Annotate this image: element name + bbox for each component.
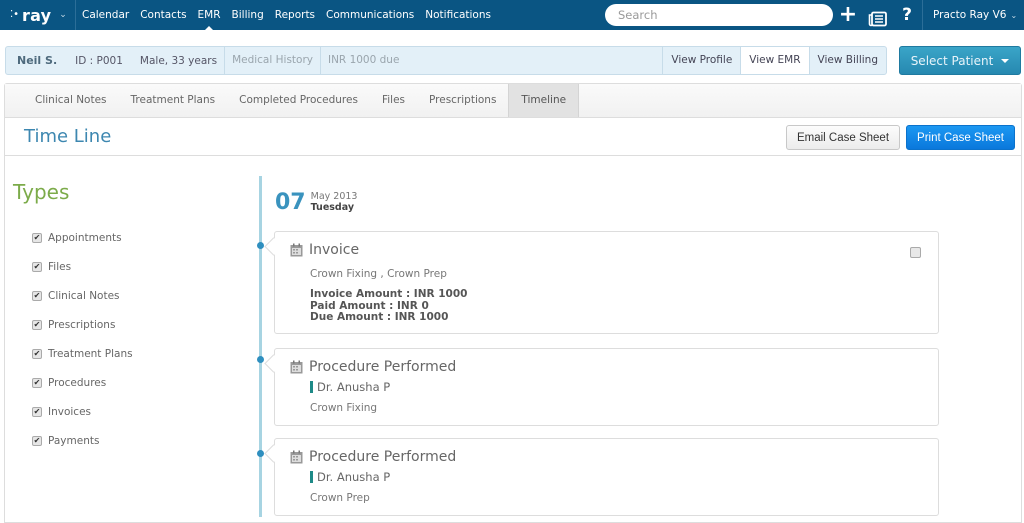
invoice-amount: Invoice Amount : INR 1000 (310, 288, 468, 300)
type-label: Appointments (48, 231, 122, 244)
types-filter: Types ✔ Appointments ✔ Files ✔ Clinical Not… (13, 180, 133, 455)
doctor-name: Dr. Anusha P (317, 470, 391, 484)
search-input[interactable] (605, 4, 833, 26)
checkbox-checked-icon[interactable]: ✔ (32, 319, 42, 330)
nav-calendar[interactable]: Calendar (82, 0, 129, 30)
tab-timeline[interactable]: Timeline (508, 84, 580, 117)
tab-clinical-notes[interactable]: Clinical Notes (23, 84, 119, 117)
nav-links: Calendar Contacts EMR Billing Reports Co… (82, 0, 502, 30)
types-title: Types (13, 180, 70, 204)
nav-communications[interactable]: Communications (326, 0, 414, 30)
top-nav: ⁚• ray ⌄ Calendar Contacts EMR Billing R… (0, 0, 1024, 30)
brand-name: ray (22, 5, 52, 25)
type-label: Payments (48, 434, 100, 447)
type-procedures[interactable]: ✔ Procedures (13, 368, 133, 397)
caret-down-icon (1001, 59, 1010, 67)
patient-name: Neil S. (17, 54, 58, 67)
checkbox-checked-icon[interactable]: ✔ (32, 348, 42, 359)
entry-doctor: Dr. Anusha P (310, 380, 390, 394)
checkbox-checked-icon[interactable]: ✔ (32, 290, 42, 301)
checkbox-checked-icon[interactable]: ✔ (32, 232, 42, 243)
nav-reports[interactable]: Reports (275, 0, 315, 30)
add-icon[interactable]: + (838, 0, 858, 30)
nav-emr[interactable]: EMR (198, 0, 221, 30)
help-icon[interactable]: ? (898, 0, 916, 30)
timeline-dot (257, 450, 264, 457)
timeline-date: 07 May 2013 Tuesday (275, 190, 357, 216)
print-case-sheet-button[interactable]: Print Case Sheet (906, 125, 1015, 150)
date-weekday: Tuesday (310, 202, 355, 213)
entry-doctor: Dr. Anusha P (310, 470, 390, 484)
type-label: Invoices (48, 405, 92, 418)
account-name: Practo Ray V6 (933, 9, 1007, 21)
chevron-down-icon: ⌄ (59, 10, 67, 20)
calendar-icon (290, 243, 303, 257)
entry-subtitle: Crown Fixing , Crown Prep (310, 268, 447, 280)
patient-bar: Neil S. ID : P001 Male, 33 years Medical… (5, 46, 887, 75)
medical-history-link[interactable]: Medical History (224, 47, 320, 74)
email-case-sheet-button[interactable]: Email Case Sheet (786, 125, 900, 150)
nav-notifications[interactable]: Notifications (425, 0, 491, 30)
type-label: Clinical Notes (48, 289, 120, 302)
doctor-color-marker (310, 381, 313, 393)
type-payments[interactable]: ✔ Payments (13, 426, 133, 455)
timeline-dot (257, 356, 264, 363)
account-menu[interactable]: Practo Ray V6 ⌄ (922, 0, 1024, 30)
type-label: Treatment Plans (48, 347, 133, 360)
checkbox-checked-icon[interactable]: ✔ (32, 261, 42, 272)
patient-info: Male, 33 years (139, 54, 218, 67)
type-appointments[interactable]: ✔ Appointments (13, 223, 133, 252)
view-emr-button[interactable]: View EMR (740, 47, 809, 74)
select-patient-label: Select Patient (910, 54, 994, 68)
entry-select-checkbox[interactable] (910, 247, 921, 258)
select-patient-button[interactable]: Select Patient (899, 46, 1021, 75)
type-clinical-notes[interactable]: ✔ Clinical Notes (13, 281, 133, 310)
timeline-entry-procedure: Procedure Performed Dr. Anusha P Crown F… (274, 348, 939, 426)
type-prescriptions[interactable]: ✔ Prescriptions (13, 310, 133, 339)
timeline-entry-invoice: Invoice Crown Fixing , Crown Prep Invoic… (274, 231, 939, 334)
doctor-color-marker (310, 471, 313, 483)
type-label: Procedures (48, 376, 107, 389)
doctor-name: Dr. Anusha P (317, 380, 391, 394)
patient-id: ID : P001 (75, 54, 123, 67)
entry-title: Procedure Performed (309, 359, 457, 375)
tab-files[interactable]: Files (370, 84, 417, 117)
tab-prescriptions[interactable]: Prescriptions (417, 84, 508, 117)
due-amount: Due Amount : INR 1000 (310, 311, 449, 323)
tab-completed-procedures[interactable]: Completed Procedures (227, 84, 370, 117)
view-profile-button[interactable]: View Profile (662, 47, 740, 74)
type-label: Files (48, 260, 72, 273)
timeline-dot (257, 242, 264, 249)
nav-contacts[interactable]: Contacts (140, 0, 186, 30)
ray-logo-icon: ⁚• (10, 9, 20, 20)
brand-menu[interactable]: ⁚• ray ⌄ (0, 0, 76, 30)
checkbox-checked-icon[interactable]: ✔ (32, 435, 42, 446)
timeline-entry-procedure: Procedure Performed Dr. Anusha P Crown P… (274, 438, 939, 516)
timeline-line (259, 176, 262, 517)
amount-due: INR 1000 due (319, 47, 406, 74)
tab-treatment-plans[interactable]: Treatment Plans (119, 84, 228, 117)
entry-title: Invoice (309, 242, 360, 258)
news-icon[interactable] (868, 7, 888, 27)
date-month-year: May 2013 (310, 191, 358, 202)
date-day: 07 (275, 190, 306, 215)
checkbox-checked-icon[interactable]: ✔ (32, 406, 42, 417)
nav-billing[interactable]: Billing (232, 0, 264, 30)
entry-title: Procedure Performed (309, 449, 457, 465)
calendar-icon (290, 360, 303, 374)
chevron-down-icon: ⌄ (1010, 11, 1018, 20)
entry-subtitle: Crown Prep (310, 492, 370, 504)
type-label: Prescriptions (48, 318, 116, 331)
emr-tabs: Clinical Notes Treatment Plans Completed… (5, 84, 1021, 118)
checkbox-checked-icon[interactable]: ✔ (32, 377, 42, 388)
type-invoices[interactable]: ✔ Invoices (13, 397, 133, 426)
type-treatment-plans[interactable]: ✔ Treatment Plans (13, 339, 133, 368)
page-title: Time Line (24, 126, 112, 147)
calendar-icon (290, 450, 303, 464)
type-files[interactable]: ✔ Files (13, 252, 133, 281)
entry-subtitle: Crown Fixing (310, 402, 378, 414)
view-billing-button[interactable]: View Billing (808, 47, 886, 74)
title-bar: Time Line Email Case Sheet Print Case Sh… (5, 118, 1021, 156)
